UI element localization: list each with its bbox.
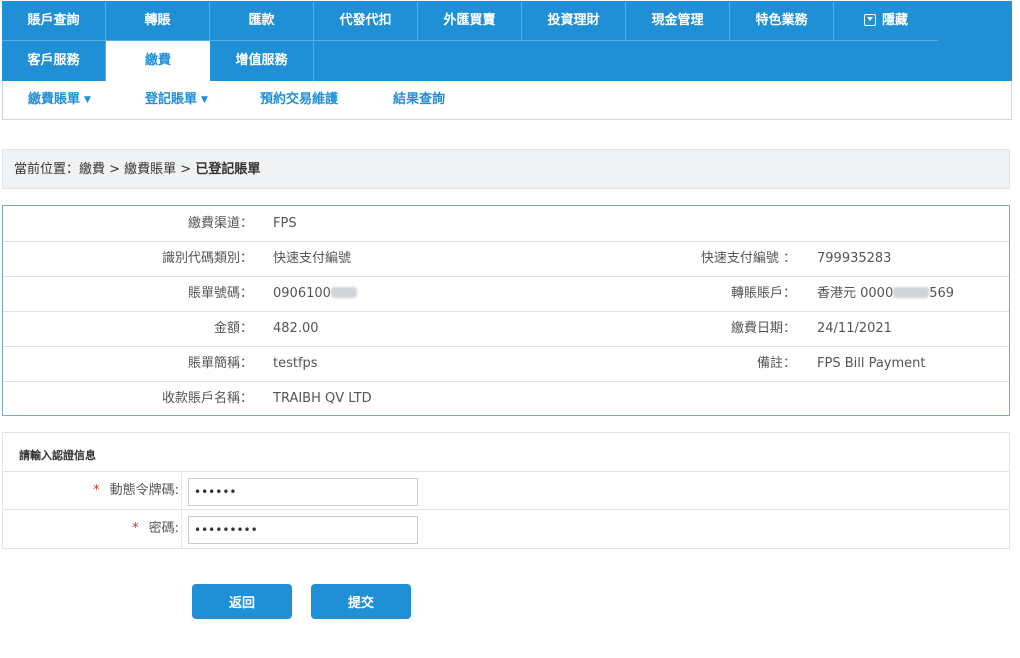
nav-transfer[interactable]: 轉賬 xyxy=(106,1,210,41)
required-mark: * xyxy=(93,483,100,498)
nav-account-inquiry[interactable]: 賬戶查詢 xyxy=(2,1,106,41)
transfer-account-label: 轉賬賬戶： xyxy=(730,286,796,301)
bill-name-value: testfps xyxy=(273,356,318,371)
auth-row-token: * 動態令牌碼: xyxy=(3,471,1009,510)
bill-no-label: 賬單號碼： xyxy=(187,286,253,301)
channel-value: FPS xyxy=(273,216,297,231)
detail-row: 收款賬戶名稱： TRAIBH QV LTD xyxy=(3,381,1009,416)
dynamic-token-input[interactable] xyxy=(188,478,418,506)
subnav-bill-payment-label: 繳費賬單 xyxy=(28,92,81,107)
password-label-text: 密碼: xyxy=(148,521,179,536)
id-type-value: 快速支付編號 xyxy=(273,251,352,266)
token-label-text: 動態令牌碼: xyxy=(109,483,179,498)
nav-customer-service[interactable]: 客戶服務 xyxy=(2,41,106,81)
auth-title: 請輸入認證信息 xyxy=(19,449,96,462)
fps-id-label: 快速支付編號 ： xyxy=(700,251,796,266)
masked-digits xyxy=(330,287,357,298)
subnav-scheduled-maintenance[interactable]: 預約交易維護 xyxy=(260,81,338,119)
nav-special-services[interactable]: 特色業務 xyxy=(730,1,834,41)
nav-hide-label: 隱藏 xyxy=(881,13,908,28)
chevron-down-icon: ▼ xyxy=(84,95,91,105)
nav-bill-payment[interactable]: 繳費 xyxy=(106,41,210,81)
pay-date-label: 繳費日期： xyxy=(730,321,796,336)
nav-forex[interactable]: 外匯買賣 xyxy=(418,1,522,41)
subnav-register-bill-label: 登記賬單 xyxy=(145,92,198,107)
nav-remittance[interactable]: 匯款 xyxy=(210,1,314,41)
detail-row: 金額： 482.00 繳費日期： 24/11/2021 xyxy=(3,311,1009,347)
subnav-register-bill[interactable]: 登記賬單 ▼ xyxy=(145,81,208,119)
nav-hide-toggle[interactable]: 隱藏 xyxy=(834,1,938,41)
breadcrumb-current: 已登記賬單 xyxy=(195,162,261,177)
subnav-result-inquiry[interactable]: 結果查詢 xyxy=(393,81,445,119)
main-nav-row-2: 客戶服務 繳費 增值服務 xyxy=(2,41,314,81)
remark-label: 備註： xyxy=(756,356,796,371)
submit-button[interactable]: 提交 xyxy=(311,584,411,619)
chevron-down-icon: ▼ xyxy=(201,95,208,105)
auth-panel: 請輸入認證信息 * 動態令牌碼: * 密碼: xyxy=(2,432,1010,549)
nav-value-added[interactable]: 增值服務 xyxy=(210,41,314,81)
amount-value: 482.00 xyxy=(273,321,319,336)
collapse-icon xyxy=(863,14,876,26)
detail-row: 識別代碼類別： 快速支付編號 快速支付編號 ： 799935283 xyxy=(3,241,1009,277)
transfer-account-value: 香港元 0000 569 xyxy=(817,276,954,311)
detail-row: 繳費渠道： FPS xyxy=(3,206,1009,242)
masked-digits xyxy=(893,287,930,298)
subnav-bill-payment[interactable]: 繳費賬單 ▼ xyxy=(28,81,91,119)
bill-no-value: 0906100 xyxy=(273,276,357,311)
detail-row: 賬單簡稱： testfps 備註： FPS Bill Payment xyxy=(3,346,1009,382)
sub-nav: 繳費賬單 ▼ 登記賬單 ▼ 預約交易維護 結果查詢 xyxy=(2,81,1012,120)
bill-details-panel: 繳費渠道： FPS 識別代碼類別： 快速支付編號 快速支付編號 ： 799935… xyxy=(2,205,1010,416)
channel-label: 繳費渠道： xyxy=(187,216,253,231)
amount-label: 金額： xyxy=(213,321,253,336)
token-label: * 動態令牌碼: xyxy=(3,472,182,510)
bill-no-visible: 0906100 xyxy=(273,286,331,301)
breadcrumb-path: 當前位置：繳費 > 繳費賬單 > xyxy=(14,162,196,177)
auth-row-password: * 密碼: xyxy=(3,509,1009,548)
detail-row: 賬單號碼： 0906100 轉賬賬戶： 香港元 0000 569 xyxy=(3,276,1009,312)
transfer-account-prefix: 香港元 0000 xyxy=(817,286,894,301)
bill-name-label: 賬單簡稱： xyxy=(187,356,253,371)
breadcrumb: 當前位置：繳費 > 繳費賬單 > 已登記賬單 xyxy=(2,149,1010,189)
fps-id-value: 799935283 xyxy=(817,251,892,266)
password-label: * 密碼: xyxy=(3,510,182,548)
main-nav: 賬戶查詢 轉賬 匯款 代發代扣 外匯買賣 投資理財 現金管理 特色業務 隱藏 客… xyxy=(2,1,1012,81)
back-button[interactable]: 返回 xyxy=(192,584,292,619)
nav-cash-management[interactable]: 現金管理 xyxy=(626,1,730,41)
id-type-label: 識別代碼類別： xyxy=(161,251,253,266)
nav-investment[interactable]: 投資理財 xyxy=(522,1,626,41)
pay-date-value: 24/11/2021 xyxy=(817,321,892,336)
remark-value: FPS Bill Payment xyxy=(817,356,926,371)
payee-label: 收款賬戶名稱： xyxy=(161,391,253,406)
password-input[interactable] xyxy=(188,516,418,544)
transfer-account-suffix: 569 xyxy=(929,286,955,301)
payee-value: TRAIBH QV LTD xyxy=(273,391,372,406)
required-mark: * xyxy=(132,521,139,536)
main-nav-row-1: 賬戶查詢 轉賬 匯款 代發代扣 外匯買賣 投資理財 現金管理 特色業務 隱藏 xyxy=(2,1,938,41)
nav-payroll[interactable]: 代發代扣 xyxy=(314,1,418,41)
